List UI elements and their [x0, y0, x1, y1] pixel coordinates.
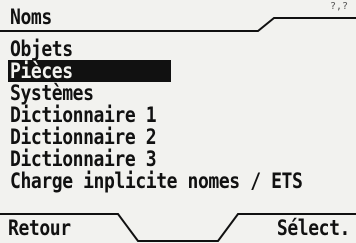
menu-item-pieces[interactable]: Pièces: [8, 60, 171, 82]
header-bar: Noms ?,?: [0, 0, 356, 36]
menu-item-dictionnaire-2[interactable]: Dictionnaire 2: [10, 126, 350, 148]
menu-item-label: Dictionnaire 2: [10, 125, 157, 149]
menu-item-charge-implicite[interactable]: Charge inplicite nomes / ETS: [10, 170, 350, 192]
device-screen: Noms ?,? Objets Pièces Systèmes Dictionn…: [0, 0, 356, 243]
header-divider: [0, 17, 356, 32]
menu-list: Objets Pièces Systèmes Dictionnaire 1 Di…: [8, 38, 350, 192]
menu-item-dictionnaire-3[interactable]: Dictionnaire 3: [10, 148, 350, 170]
menu-item-label: Pièces: [10, 59, 73, 83]
menu-item-label: Systèmes: [10, 81, 94, 105]
select-softkey[interactable]: Sélect.: [265, 216, 351, 240]
menu-item-label: Charge inplicite nomes / ETS: [10, 169, 303, 193]
menu-item-label: Dictionnaire 1: [10, 103, 157, 127]
menu-item-label: Objets: [10, 37, 73, 61]
back-softkey[interactable]: Retour: [8, 216, 81, 240]
page-title: Noms: [10, 5, 52, 29]
menu-item-label: Dictionnaire 3: [10, 147, 157, 171]
menu-item-objets[interactable]: Objets: [10, 38, 350, 60]
softkey-bar: Retour Sélect.: [0, 212, 356, 243]
menu-item-dictionnaire-1[interactable]: Dictionnaire 1: [10, 104, 350, 126]
menu-item-systemes[interactable]: Systèmes: [10, 82, 350, 104]
page-indicator: ?,?: [329, 1, 348, 12]
